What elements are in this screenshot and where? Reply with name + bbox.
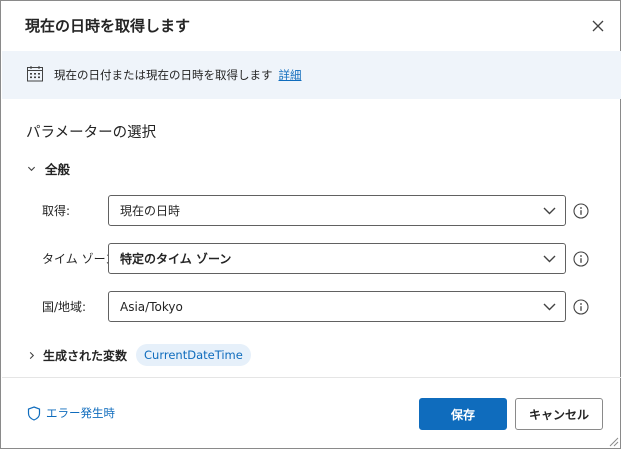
- variable-chip[interactable]: CurrentDateTime: [136, 344, 251, 366]
- cancel-button[interactable]: キャンセル: [515, 398, 603, 430]
- chevron-down-icon: [533, 292, 565, 321]
- shield-icon: [27, 405, 41, 421]
- section-title: パラメーターの選択: [26, 125, 157, 141]
- info-circle-icon[interactable]: [573, 251, 589, 267]
- on-error-label: エラー発生時: [46, 406, 115, 420]
- details-link[interactable]: 詳細: [279, 68, 302, 82]
- chevron-down-icon: [27, 164, 39, 173]
- dialog-title: 現在の日時を取得します: [25, 17, 191, 35]
- variables-row: 生成された変数 CurrentDateTime: [27, 344, 251, 366]
- chevron-right-icon[interactable]: [27, 351, 39, 360]
- chevron-down-icon: [533, 196, 565, 225]
- time-zone-select[interactable]: 特定のタイム ゾーン: [108, 243, 566, 274]
- country-region-select[interactable]: Asia/Tokyo: [108, 291, 566, 322]
- chevron-down-icon: [533, 244, 565, 273]
- save-button[interactable]: 保存: [419, 398, 507, 430]
- on-error-button[interactable]: エラー発生時: [27, 405, 115, 421]
- retrieve-select[interactable]: 現在の日時: [108, 195, 566, 226]
- field-label-country-region: 国/地域:: [42, 300, 87, 314]
- info-text: 現在の日付または現在の日時を取得します 詳細: [54, 67, 302, 83]
- info-bar: 現在の日付または現在の日時を取得します 詳細: [2, 51, 621, 99]
- variables-label: 生成された変数: [43, 348, 128, 363]
- field-label-retrieve: 取得:: [42, 204, 71, 218]
- resize-grip-icon[interactable]: [607, 435, 619, 447]
- country-region-select-value: Asia/Tokyo: [120, 299, 183, 314]
- info-circle-icon[interactable]: [573, 203, 589, 219]
- retrieve-select-value: 現在の日時: [120, 204, 181, 218]
- dialog: 現在の日時を取得します 現在の日付または現在の日時を取得します 詳細 パラメーター…: [0, 0, 621, 449]
- general-group-label: 全般: [45, 162, 71, 177]
- footer-divider: [2, 377, 621, 378]
- time-zone-select-value: 特定のタイム ゾーン: [120, 252, 232, 266]
- info-description: 現在の日付または現在の日時を取得します: [54, 68, 273, 82]
- info-circle-icon[interactable]: [573, 299, 589, 315]
- close-button[interactable]: [587, 15, 609, 37]
- calendar-icon: [27, 66, 43, 82]
- close-icon: [592, 20, 604, 32]
- general-group-toggle[interactable]: 全般: [27, 159, 70, 178]
